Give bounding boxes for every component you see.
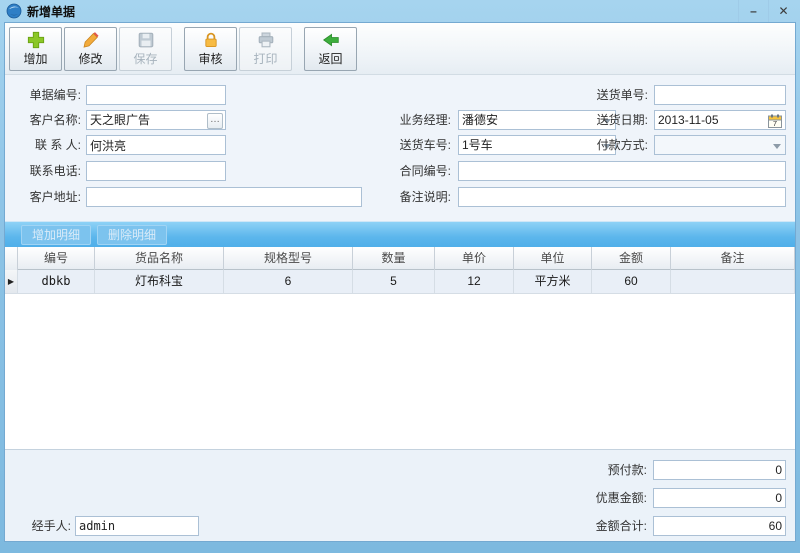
customer-address-field[interactable]: [86, 187, 362, 207]
minimize-button[interactable]: –: [738, 0, 768, 22]
handler-label: 经手人:: [13, 516, 71, 536]
grid-column-header[interactable]: 数量: [353, 247, 435, 270]
delivery-vehicle-label: 送货车号:: [380, 135, 451, 155]
delivery-no-label: 送货单号:: [581, 85, 648, 105]
contact-person-label: 联 系 人:: [11, 135, 81, 155]
grid-column-header[interactable]: 规格型号: [224, 247, 353, 270]
dialog-content: 增加 修改 保存 审核: [4, 22, 796, 542]
remarks-field[interactable]: [458, 187, 786, 207]
close-icon: ✕: [778, 4, 788, 18]
delete-detail-button[interactable]: 删除明细: [97, 225, 167, 245]
back-button[interactable]: 返回: [304, 27, 357, 71]
printer-icon: [257, 31, 275, 49]
grid-cell[interactable]: [671, 270, 795, 293]
grid-selector-header: [5, 247, 18, 270]
contract-no-field[interactable]: [458, 161, 786, 181]
prepayment-label: 预付款:: [567, 460, 647, 480]
print-button-label: 打印: [253, 50, 277, 67]
doc-no-field[interactable]: [86, 85, 226, 105]
customer-name-label: 客户名称:: [11, 110, 81, 130]
customer-address-label: 客户地址:: [11, 187, 81, 207]
grid-column-header[interactable]: 货品名称: [95, 247, 224, 270]
title-bar[interactable]: 新增单据 – ✕: [0, 0, 800, 22]
grid-column-header[interactable]: 金额: [592, 247, 671, 270]
customer-name-field[interactable]: 天之眼广告 …: [86, 110, 226, 130]
grid-column-header[interactable]: 备注: [671, 247, 795, 270]
grid-cell[interactable]: 12: [435, 270, 514, 293]
grid-cell[interactable]: 5: [353, 270, 435, 293]
delivery-vehicle-value: 1号车: [462, 138, 493, 152]
grid-column-header[interactable]: 编号: [18, 247, 95, 270]
main-toolbar: 增加 修改 保存 审核: [5, 23, 795, 75]
contact-person-field[interactable]: [86, 135, 226, 155]
audit-button[interactable]: 审核: [184, 27, 237, 71]
grid-body: ▶dbkb灯布科宝6512平方米60: [5, 270, 795, 294]
lock-icon: [202, 31, 220, 49]
modify-button[interactable]: 修改: [64, 27, 117, 71]
calendar-icon[interactable]: 7: [767, 113, 783, 129]
pencil-icon: [82, 31, 100, 49]
add-button-label: 增加: [23, 50, 47, 67]
back-button-label: 返回: [318, 50, 342, 67]
grid-cell[interactable]: dbkb: [18, 270, 95, 293]
chevron-down-icon: [773, 144, 781, 149]
doc-no-label: 单据编号:: [11, 85, 81, 105]
discount-field[interactable]: [653, 488, 786, 508]
business-manager-label: 业务经理:: [380, 110, 451, 130]
plus-icon: [27, 31, 45, 49]
delivery-no-field[interactable]: [654, 85, 786, 105]
grid-cell[interactable]: 灯布科宝: [95, 270, 224, 293]
print-button[interactable]: 打印: [239, 27, 292, 71]
minimize-icon: –: [750, 4, 757, 18]
contact-phone-field[interactable]: [86, 161, 226, 181]
customer-name-value: 天之眼广告: [90, 113, 150, 127]
grid-column-header[interactable]: 单位: [514, 247, 592, 270]
save-button-label: 保存: [133, 50, 157, 67]
audit-button-label: 审核: [198, 50, 222, 67]
detail-toolbar: 增加明细 删除明细: [5, 221, 795, 247]
app-logo-icon: [6, 3, 22, 19]
close-button[interactable]: ✕: [768, 0, 798, 22]
add-button[interactable]: 增加: [9, 27, 62, 71]
payment-method-label: 付款方式:: [581, 135, 648, 155]
grid-cell[interactable]: 6: [224, 270, 353, 293]
page-title: 新增单据: [27, 3, 75, 20]
discount-label: 优惠金额:: [567, 488, 647, 508]
delivery-date-label: 送货日期:: [581, 110, 648, 130]
prepayment-field[interactable]: [653, 460, 786, 480]
dialog-window: 新增单据 – ✕ 增加 修改: [0, 0, 800, 553]
save-button[interactable]: 保存: [119, 27, 172, 71]
back-arrow-icon: [322, 31, 340, 49]
remarks-label: 备注说明:: [380, 187, 451, 207]
payment-method-select[interactable]: [654, 135, 786, 155]
customer-browse-button[interactable]: …: [207, 113, 223, 129]
add-detail-button[interactable]: 增加明细: [21, 225, 91, 245]
header-form: 单据编号: 送货单号: 客户名称: 天之眼广告 … 业务经理: 潘德安 送货日期…: [5, 75, 795, 221]
delivery-date-value: 2013-11-05: [658, 113, 719, 127]
delivery-date-field[interactable]: 2013-11-05 7: [654, 110, 786, 130]
table-row[interactable]: ▶dbkb灯布科宝6512平方米60: [5, 270, 795, 294]
handler-field[interactable]: [75, 516, 199, 536]
totals-footer: 预付款: 优惠金额: 金额合计: 经手人:: [5, 449, 795, 541]
contract-no-label: 合同编号:: [380, 161, 451, 181]
grid-header: 编号货品名称规格型号数量单价单位金额备注: [5, 247, 795, 270]
grid-cell[interactable]: 平方米: [514, 270, 592, 293]
row-selector-cell[interactable]: ▶: [5, 270, 18, 293]
save-icon: [137, 31, 155, 49]
grid-column-header[interactable]: 单价: [435, 247, 514, 270]
svg-text:7: 7: [773, 119, 777, 128]
total-amount-field[interactable]: [653, 516, 786, 536]
grid-cell[interactable]: 60: [592, 270, 671, 293]
total-amount-label: 金额合计:: [567, 516, 647, 536]
contact-phone-label: 联系电话:: [11, 161, 81, 181]
modify-button-label: 修改: [78, 50, 102, 67]
business-manager-value: 潘德安: [462, 113, 498, 127]
